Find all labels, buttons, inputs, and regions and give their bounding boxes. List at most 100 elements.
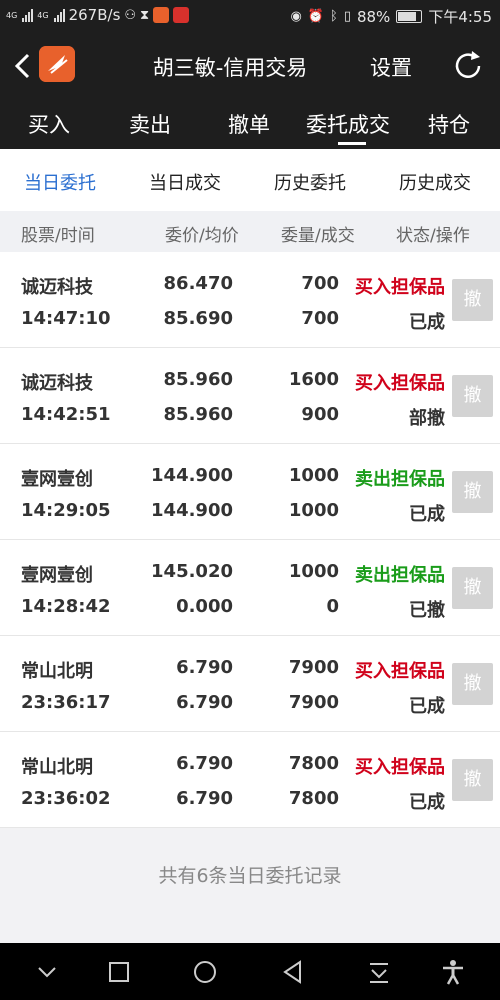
app-notification-icon: [173, 7, 190, 23]
order-row[interactable]: 常山北明 23:36:02 6.790 6.790 7800 7800 买入担保…: [0, 732, 500, 828]
tab-buy[interactable]: 买入: [28, 109, 70, 139]
network-speed: 267B/s: [68, 6, 121, 24]
nav-home-icon[interactable]: [192, 959, 218, 985]
order-qty: 7900: [288, 657, 339, 678]
tab-cancel[interactable]: 撤单: [228, 109, 270, 139]
nav-accessibility-icon[interactable]: [440, 959, 466, 985]
system-nav-bar: [0, 943, 500, 1000]
nav-back-icon[interactable]: [280, 959, 306, 985]
avg-price: 144.900: [151, 500, 233, 521]
filled-qty: 900: [301, 404, 339, 425]
signal-label-1: 4G: [6, 10, 18, 20]
avg-price: 0.000: [176, 596, 233, 617]
cancel-order-button[interactable]: 撤: [452, 279, 493, 321]
order-state: 部撤: [409, 408, 445, 429]
cancel-order-button[interactable]: 撤: [452, 375, 493, 417]
order-qty: 7800: [288, 753, 339, 774]
stock-name: 诚迈科技: [21, 277, 93, 298]
order-time: 14:29:05: [21, 500, 111, 521]
cancel-order-button[interactable]: 撤: [452, 471, 493, 513]
order-price: 145.020: [151, 561, 233, 582]
order-price: 85.960: [163, 369, 233, 390]
tab-orders-trades[interactable]: 委托成交: [306, 109, 390, 139]
filled-qty: 1000: [288, 500, 339, 521]
nav-down-icon[interactable]: [34, 959, 60, 985]
order-time: 23:36:17: [21, 692, 111, 713]
settings-button[interactable]: 设置: [370, 52, 412, 82]
sub-tabs: 当日委托 当日成交 历史委托 历史成交: [0, 149, 500, 211]
filled-qty: 7900: [288, 692, 339, 713]
order-state: 已成: [409, 696, 445, 717]
col-qty-done: 委量/成交: [281, 226, 355, 246]
avg-price: 6.790: [176, 788, 233, 809]
subtab-today-orders[interactable]: 当日委托: [24, 169, 96, 195]
order-state: 已撤: [409, 600, 445, 621]
cancel-order-button[interactable]: 撤: [452, 759, 493, 801]
stock-name: 常山北明: [21, 661, 93, 682]
order-price: 6.790: [176, 657, 233, 678]
notification-icon: ⚇: [124, 7, 137, 23]
signal-label-2: 4G: [37, 10, 49, 20]
eye-icon: ◉: [290, 9, 302, 24]
signal-icon: [53, 8, 65, 22]
hourglass-icon: ⧗: [140, 7, 150, 23]
order-price: 86.470: [163, 273, 233, 294]
order-time: 14:47:10: [21, 308, 111, 329]
subtab-history-trades[interactable]: 历史成交: [399, 169, 471, 195]
order-price: 6.790: [176, 753, 233, 774]
list-footer: 共有6条当日委托记录: [0, 829, 500, 943]
cancel-order-button[interactable]: 撤: [452, 663, 493, 705]
order-row[interactable]: 诚迈科技 14:42:51 85.960 85.960 1600 900 买入担…: [0, 348, 500, 444]
order-type: 买入担保品: [355, 373, 445, 394]
main-tabs: 买入 卖出 撤单 委托成交 持仓: [0, 100, 500, 149]
nav-download-icon[interactable]: [366, 959, 392, 985]
stock-name: 壹网壹创: [21, 565, 93, 586]
signal-icon: [22, 8, 34, 22]
battery-percent: 88%: [356, 7, 391, 26]
stock-name: 壹网壹创: [21, 469, 93, 490]
order-type: 买入担保品: [355, 757, 445, 778]
order-state: 已成: [409, 312, 445, 333]
filled-qty: 700: [301, 308, 339, 329]
order-row[interactable]: 诚迈科技 14:47:10 86.470 85.690 700 700 买入担保…: [0, 252, 500, 348]
avg-price: 85.690: [163, 308, 233, 329]
page-title: 胡三敏-信用交易: [152, 56, 308, 80]
order-state: 已成: [409, 504, 445, 525]
col-stock-time: 股票/时间: [21, 226, 95, 246]
avg-price: 85.960: [163, 404, 233, 425]
subtab-history-orders[interactable]: 历史委托: [274, 169, 346, 195]
column-header: 股票/时间 委价/均价 委量/成交 状态/操作: [0, 211, 500, 252]
col-status-action: 状态/操作: [396, 226, 470, 246]
order-row[interactable]: 壹网壹创 14:29:05 144.900 144.900 1000 1000 …: [0, 444, 500, 540]
order-qty: 1600: [288, 369, 339, 390]
order-state: 已成: [409, 792, 445, 813]
status-bar: 4G 4G 267B/s ⚇ ⧗ ◉ ⏰ ᛒ ▯ 88% 下午4:55: [0, 0, 500, 33]
order-type: 卖出担保品: [355, 469, 445, 490]
subtab-today-trades[interactable]: 当日成交: [149, 169, 221, 195]
cancel-order-button[interactable]: 撤: [452, 567, 493, 609]
filled-qty: 0: [326, 596, 339, 617]
order-time: 14:28:42: [21, 596, 111, 617]
app-header: 胡三敏-信用交易 设置: [0, 33, 500, 100]
order-time: 14:42:51: [21, 404, 111, 425]
nav-recent-icon[interactable]: [106, 959, 132, 985]
tab-sell[interactable]: 卖出: [129, 109, 171, 139]
order-row[interactable]: 常山北明 23:36:17 6.790 6.790 7900 7900 买入担保…: [0, 636, 500, 732]
order-price: 144.900: [151, 465, 233, 486]
record-count: 共有6条当日委托记录: [158, 865, 342, 887]
vibrate-icon: ▯: [343, 9, 351, 24]
battery-icon: [396, 10, 423, 23]
refresh-icon[interactable]: [450, 48, 486, 84]
order-row[interactable]: 壹网壹创 14:28:42 145.020 0.000 1000 0 卖出担保品…: [0, 540, 500, 636]
order-type: 买入担保品: [355, 277, 445, 298]
clock: 下午4:55: [428, 8, 492, 26]
stock-name: 诚迈科技: [21, 373, 93, 394]
order-qty: 700: [301, 273, 339, 294]
order-qty: 1000: [288, 465, 339, 486]
avg-price: 6.790: [176, 692, 233, 713]
alarm-icon: ⏰: [307, 9, 324, 24]
app-logo-icon: [39, 46, 75, 82]
back-icon[interactable]: [10, 51, 36, 81]
col-price-avg: 委价/均价: [165, 226, 239, 246]
tab-positions[interactable]: 持仓: [428, 109, 470, 139]
